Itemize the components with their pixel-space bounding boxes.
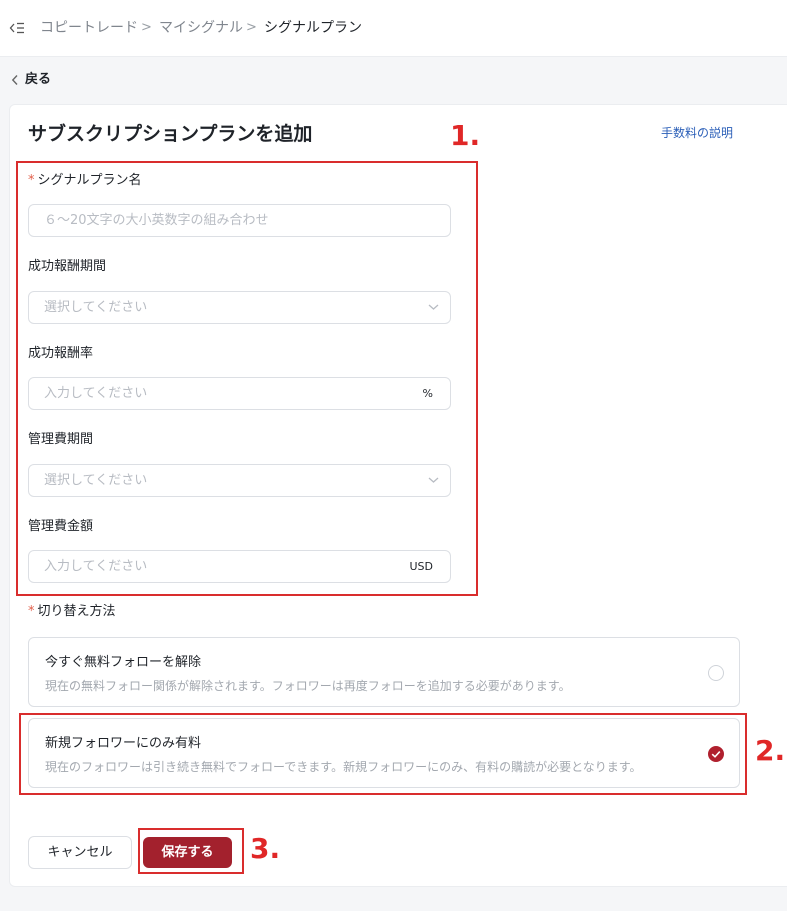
option-unfollow-now[interactable]: 今すぐ無料フォローを解除 現在の無料フォロー関係が解除されます。フォロワーは再度…	[28, 637, 740, 707]
chevron-left-icon	[11, 75, 18, 85]
back-button[interactable]: 戻る	[11, 70, 51, 90]
annotation-box-3	[138, 828, 244, 874]
breadcrumb-my-signal[interactable]: マイシグナル	[159, 19, 243, 37]
menu-collapse-icon[interactable]	[9, 20, 25, 36]
annotation-box-2	[19, 713, 747, 795]
back-bar: 戻る	[0, 58, 787, 102]
switch-method-label: * 切り替え方法	[28, 603, 116, 621]
annotation-box-1	[16, 161, 478, 596]
radio-button[interactable]	[708, 665, 724, 681]
back-label: 戻る	[25, 72, 52, 87]
annotation-number-3: 3.	[250, 832, 281, 865]
fee-explanation-link[interactable]: 手数料の説明	[661, 124, 733, 142]
annotation-number-2: 2.	[755, 734, 786, 767]
annotation-number-1: 1.	[450, 119, 481, 152]
option-title: 今すぐ無料フォローを解除	[45, 655, 202, 670]
breadcrumb-signal-plan: シグナルプラン	[264, 20, 362, 36]
top-bar: コピートレード > マイシグナル > シグナルプラン	[0, 0, 787, 57]
option-description: 現在の無料フォロー関係が解除されます。フォロワーは再度フォローを追加する必要があ…	[45, 679, 571, 693]
cancel-button[interactable]: キャンセル	[28, 836, 132, 869]
switch-method-label-text: 切り替え方法	[37, 604, 116, 619]
required-mark: *	[28, 604, 35, 619]
breadcrumb-copy-trade[interactable]: コピートレード	[40, 19, 138, 37]
breadcrumb-separator: >	[141, 20, 152, 35]
breadcrumb-separator: >	[246, 20, 257, 35]
page-title: サブスクリプションプランを追加	[28, 123, 313, 145]
